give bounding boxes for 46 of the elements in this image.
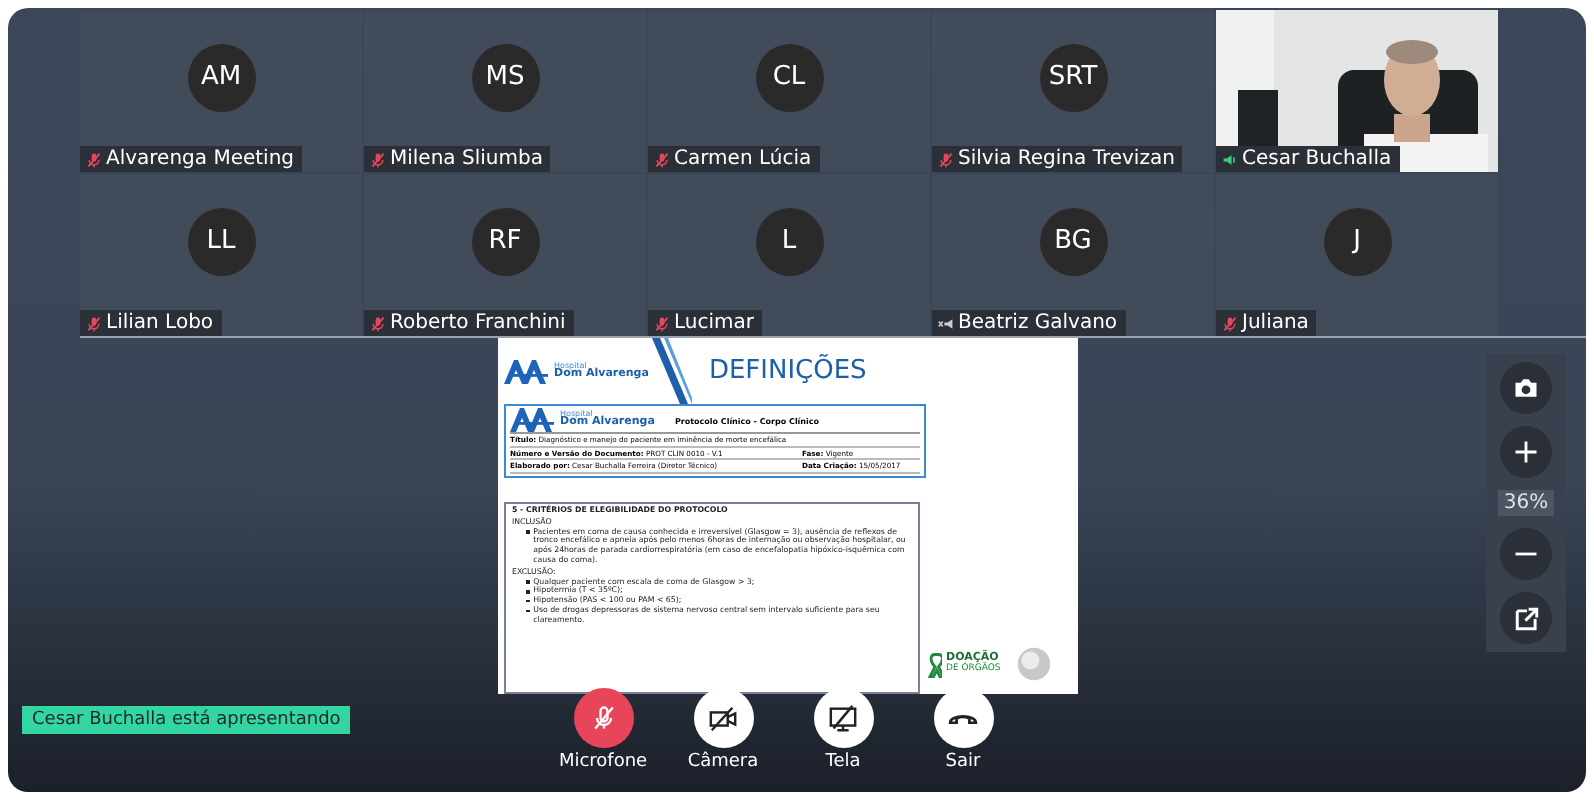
participant-name: Cesar Buchalla <box>1242 148 1392 170</box>
participant-name: Lucimar <box>674 312 754 334</box>
zoom-in-button[interactable] <box>1500 426 1552 478</box>
pop-out-button[interactable] <box>1500 592 1552 644</box>
zoom-level: 36% <box>1497 490 1555 516</box>
camera-button[interactable] <box>693 688 753 748</box>
participant-name: Milena Sliumba <box>390 148 543 170</box>
camera-off-icon <box>708 703 738 733</box>
avatar-initials: MS <box>471 43 539 111</box>
screen-button[interactable] <box>813 688 873 748</box>
slide-title: DEFINIÇÕES <box>708 356 867 386</box>
globe-logo-icon <box>1016 646 1053 682</box>
snapshot-button[interactable] <box>1500 362 1552 414</box>
participant-name: Lilian Lobo <box>106 312 214 334</box>
phone-hangup-icon <box>948 711 978 725</box>
control-label: Sair <box>945 752 981 772</box>
participant-name: Silvia Regina Trevizan <box>958 148 1175 170</box>
hospital-logo-icon <box>504 359 552 383</box>
avatar-initials: LL <box>187 207 255 275</box>
leave-button[interactable] <box>933 688 993 748</box>
external-link-icon <box>1513 605 1539 631</box>
mic-button[interactable] <box>573 688 633 748</box>
hospital-logo-icon <box>510 408 558 432</box>
participant-name: Juliana <box>1242 312 1309 334</box>
ribbon-icon <box>928 651 942 677</box>
participant-name: Alvarenga Meeting <box>106 148 295 170</box>
participant-name: Roberto Franchini <box>390 312 566 334</box>
control-label: Microfone <box>558 752 648 772</box>
plus-icon <box>1512 438 1540 466</box>
zoom-out-button[interactable] <box>1500 528 1552 580</box>
screen-share-off-icon <box>828 703 858 733</box>
participant-name: Carmen Lúcia <box>674 148 812 170</box>
avatar-initials: AM <box>187 43 255 111</box>
avatar-initials: RF <box>471 207 539 275</box>
avatar-initials: BG <box>1039 207 1107 275</box>
participant-name: Beatriz Galvano <box>958 312 1118 334</box>
control-label: Tela <box>825 752 861 772</box>
avatar-initials: CL <box>755 43 823 111</box>
stripes-drawing <box>652 338 693 404</box>
avatar-initials: SRT <box>1039 43 1107 111</box>
presenter-banner: Cesar Buchalla está apresentando <box>22 706 351 734</box>
camera-icon <box>1512 374 1540 402</box>
muted-microphone-icon <box>589 704 617 732</box>
avatar-initials: L <box>755 207 823 275</box>
control-label: Câmera <box>687 752 759 772</box>
avatar-initials: J <box>1323 207 1391 275</box>
